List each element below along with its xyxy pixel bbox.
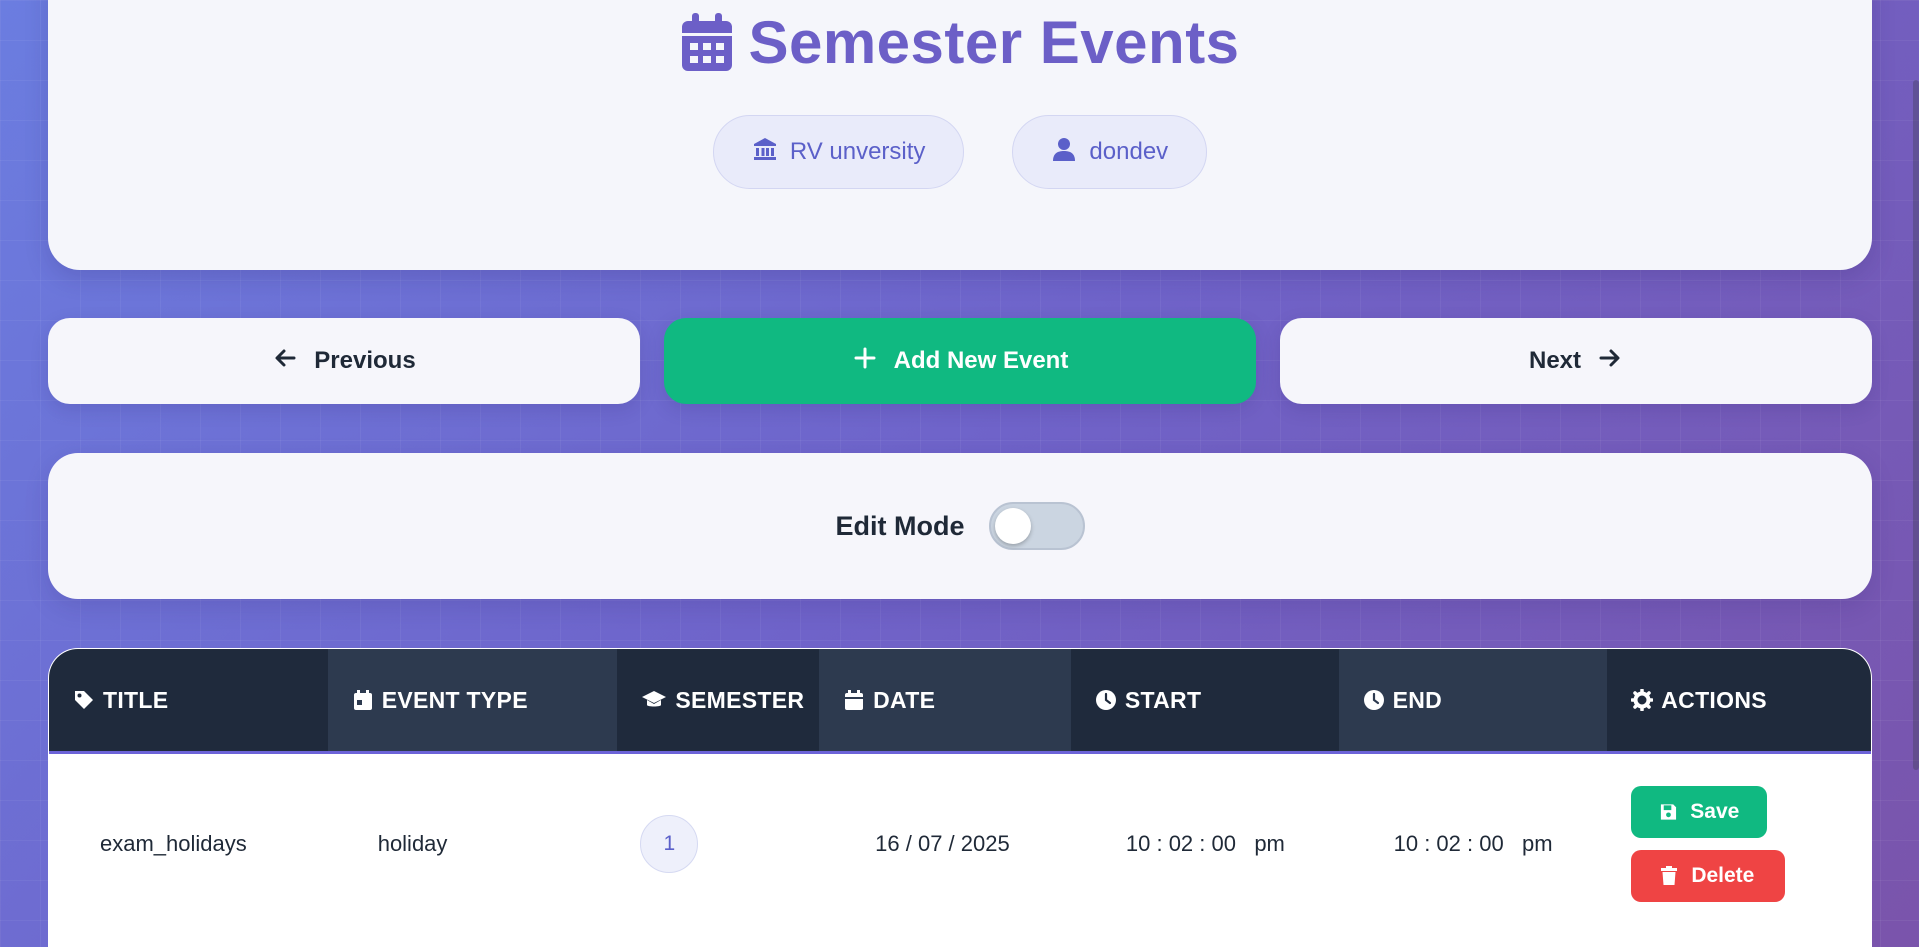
calendar-icon — [845, 690, 864, 710]
save-icon — [1661, 804, 1677, 820]
calendar-day-icon — [353, 690, 372, 710]
cell-actions: Save Delete — [1607, 754, 1871, 934]
trash-icon — [1661, 866, 1678, 885]
table-header: TITLE EVENT TYPE SEMESTER DATE START END — [49, 649, 1871, 754]
edit-mode-toggle[interactable] — [988, 502, 1085, 550]
graduation-cap-icon — [642, 691, 667, 707]
column-header-title: TITLE — [49, 649, 328, 751]
column-header-start: START — [1070, 649, 1339, 751]
table-row: exam_holidays holiday 1 16 / 07 / 2025 1… — [49, 754, 1871, 934]
column-header-event-type: EVENT TYPE — [327, 649, 618, 751]
page-title: Semester Events — [748, 9, 1240, 76]
university-icon — [752, 136, 778, 169]
cell-date[interactable]: 16 / 07 / 2025 — [819, 754, 1071, 934]
tag-icon — [75, 691, 93, 709]
nav-row: Previous Add New Event Next — [48, 318, 1872, 404]
toggle-knob — [994, 508, 1031, 544]
add-new-event-button[interactable]: Add New Event — [664, 318, 1256, 404]
info-chips: RV unversity dondev — [48, 115, 1872, 189]
user-icon — [1051, 136, 1077, 169]
previous-label: Previous — [314, 347, 416, 374]
add-new-event-label: Add New Event — [893, 347, 1069, 374]
cell-end-time[interactable]: 10 : 02 : 00 pm — [1339, 754, 1608, 934]
user-name: dondev — [1089, 138, 1169, 165]
arrow-left-icon — [272, 345, 298, 378]
title-row: Semester Events — [48, 8, 1872, 77]
semester-badge: 1 — [640, 815, 699, 873]
cell-event-type: holiday — [377, 831, 448, 856]
column-header-date: DATE — [819, 649, 1071, 751]
column-header-end: END — [1338, 649, 1608, 751]
page-scrollbar[interactable] — [1913, 80, 1919, 770]
save-button[interactable]: Save — [1631, 786, 1768, 838]
header-card: Semester Events RV unversity dondev — [48, 0, 1872, 270]
cell-title: exam_holidays — [100, 831, 247, 856]
clock-icon — [1363, 690, 1384, 710]
table-body: exam_holidays holiday 1 16 / 07 / 2025 1… — [49, 754, 1871, 934]
cell-start-time[interactable]: 10 : 02 : 00 pm — [1071, 754, 1339, 934]
gear-icon — [1631, 689, 1654, 711]
clock-icon — [1095, 690, 1116, 710]
events-table: TITLE EVENT TYPE SEMESTER DATE START END — [48, 648, 1872, 947]
delete-button[interactable]: Delete — [1631, 850, 1786, 902]
previous-button[interactable]: Previous — [48, 318, 640, 404]
user-chip: dondev — [1012, 115, 1208, 189]
next-button[interactable]: Next — [1280, 318, 1872, 404]
arrow-right-icon — [1597, 345, 1623, 378]
column-header-actions: ACTIONS — [1607, 649, 1871, 751]
plus-icon — [852, 345, 878, 378]
university-name: RV unversity — [789, 138, 926, 165]
edit-mode-card: Edit Mode — [48, 453, 1872, 599]
next-label: Next — [1528, 347, 1582, 374]
calendar-icon — [680, 12, 734, 73]
edit-mode-label: Edit Mode — [835, 510, 965, 541]
column-header-semester: SEMESTER — [617, 649, 820, 751]
cell-semester: 1 — [617, 754, 819, 934]
university-chip: RV unversity — [712, 115, 965, 189]
